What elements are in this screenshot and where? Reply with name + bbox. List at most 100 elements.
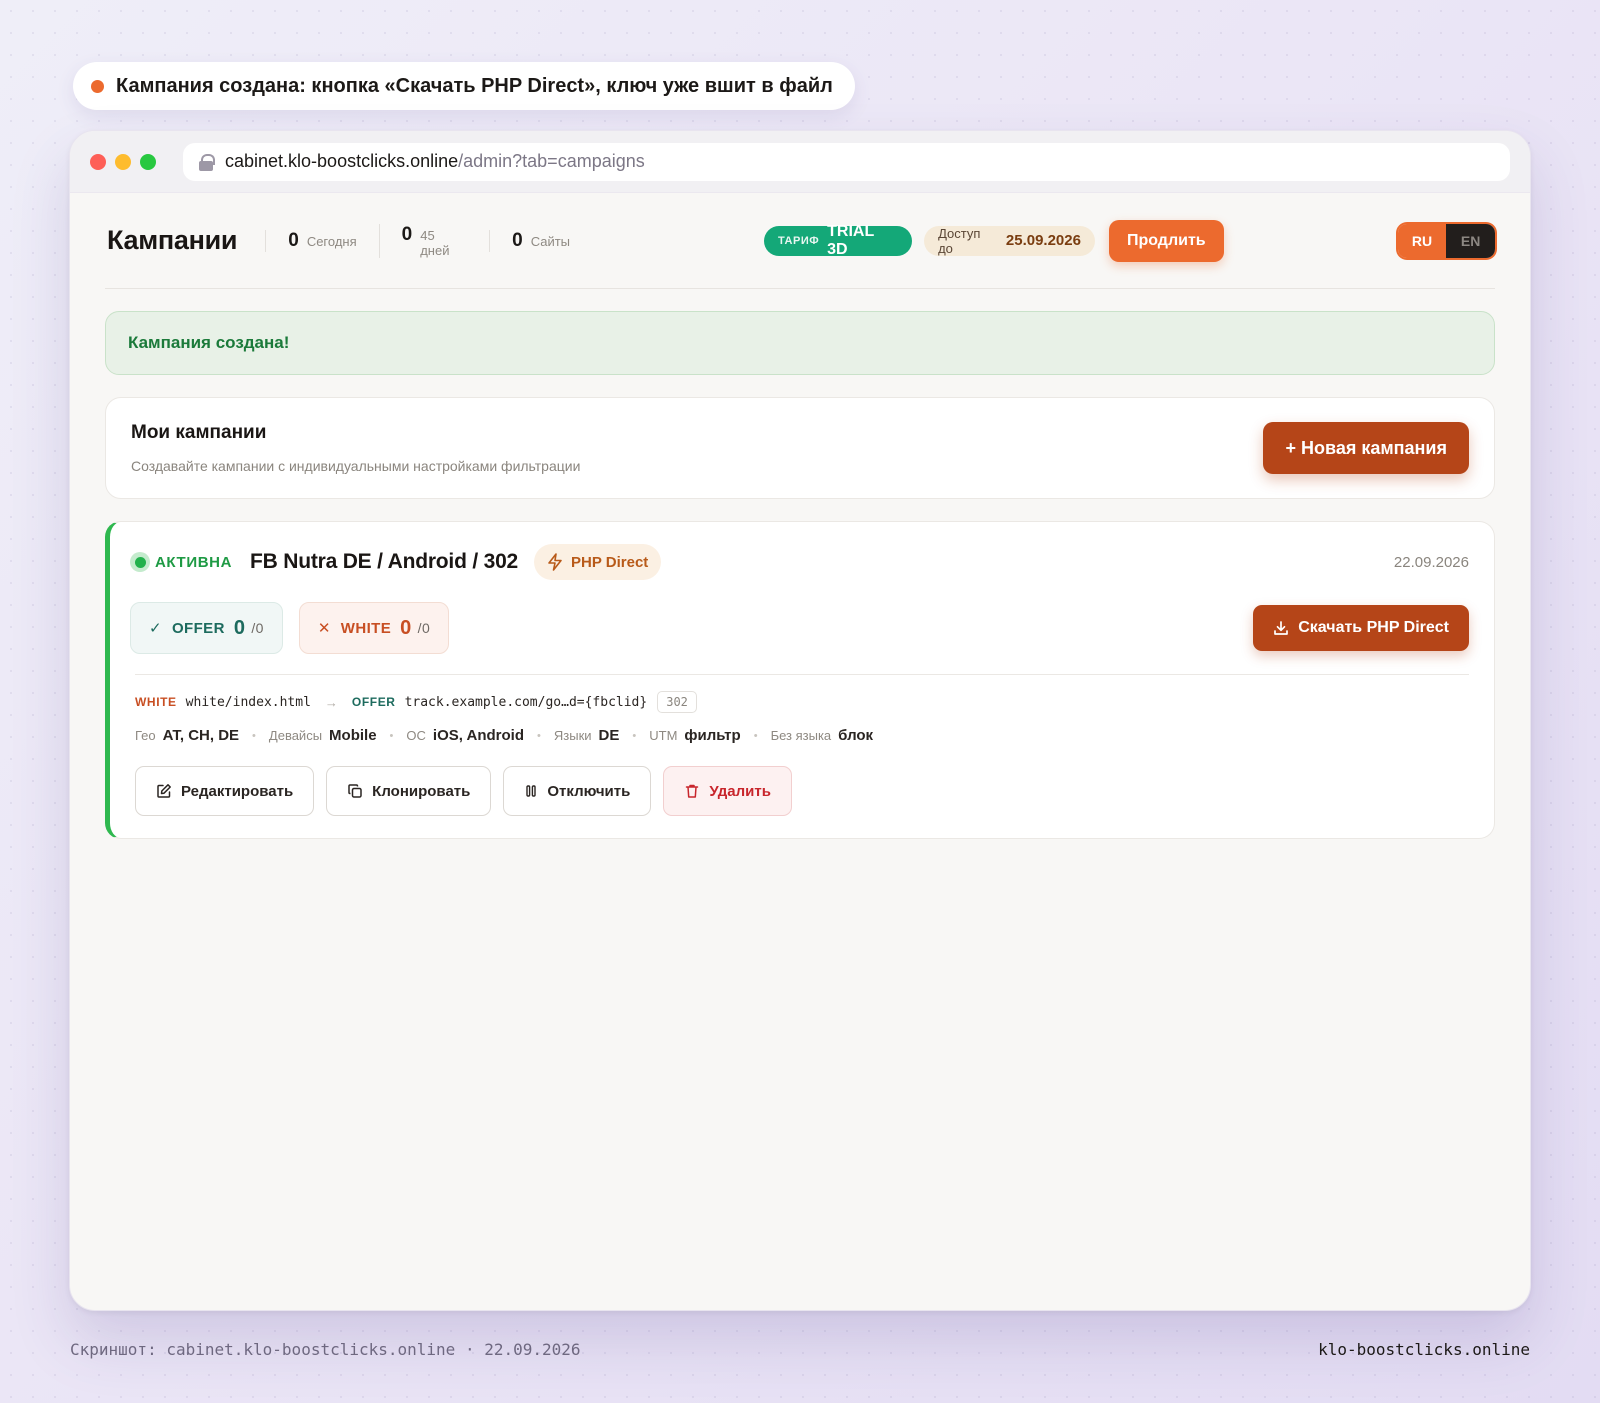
lightning-icon — [548, 553, 562, 571]
lang-ru-button[interactable]: RU — [1397, 223, 1447, 258]
language-switch: RU EN — [1397, 223, 1495, 258]
tariff-badge: ТАРИФ TRIAL 3D — [764, 222, 913, 258]
check-icon: ✓ — [149, 620, 162, 637]
page-header: Кампании 0 Сегодня 0 45 дней 0 Сайты ТАР… — [105, 193, 1495, 289]
campaigns-section-card: Мои кампании Создавайте кампании с индив… — [105, 397, 1495, 499]
route-white-path: white/index.html — [185, 694, 311, 710]
download-php-button[interactable]: Скачать PHP Direct — [1253, 605, 1469, 651]
meta-value-os: iOS, Android — [432, 727, 525, 744]
access-label: Доступ до — [938, 225, 981, 256]
meta-separator: • — [252, 729, 256, 742]
maximize-window-icon[interactable] — [140, 153, 156, 170]
section-subtitle: Создавайте кампании с индивидуальными на… — [131, 458, 581, 474]
offer-counter: ✓ OFFER 0 /0 — [130, 602, 283, 654]
footer-right-text: klo-boostclicks.online — [1318, 1340, 1530, 1359]
pause-icon — [526, 785, 537, 797]
arrow-right-icon: → — [324, 694, 338, 710]
meta-value-languages: DE — [598, 727, 620, 744]
redirect-code-badge: 302 — [657, 691, 697, 713]
stat-label: Сегодня — [306, 233, 357, 249]
routing-line: WHITE white/index.html → OFFER track.exa… — [135, 691, 1469, 713]
meta-label-devices: Девайсы — [268, 728, 323, 743]
campaign-type-badge: PHP Direct — [534, 544, 662, 580]
browser-titlebar: cabinet.klo-boostclicks.online/admin?tab… — [70, 131, 1530, 193]
meta-separator: • — [389, 729, 394, 742]
campaign-type-text: PHP Direct — [571, 553, 649, 571]
meta-separator: • — [753, 729, 758, 742]
meta-label-geo: Гео — [135, 728, 156, 743]
browser-window: cabinet.klo-boostclicks.online/admin?tab… — [69, 130, 1531, 1311]
card-divider — [135, 674, 1469, 675]
campaign-card: АКТИВНА FB Nutra DE / Android / 302 PHP … — [105, 521, 1495, 839]
stat-label: 45 дней — [420, 227, 450, 258]
offer-label: OFFER — [171, 619, 225, 637]
status-dot-icon — [130, 552, 150, 572]
tariff-value: TRIAL 3D — [827, 222, 874, 258]
status-text: АКТИВНА — [155, 553, 233, 571]
stat-value: 0 — [401, 223, 413, 245]
offer-total: /0 — [251, 620, 264, 636]
renew-button[interactable]: Продлить — [1108, 219, 1224, 262]
new-campaign-button[interactable]: + Новая кампания — [1263, 422, 1469, 474]
meta-value-no-language: блок — [838, 727, 874, 744]
url-host: cabinet.klo-boostclicks.online — [225, 151, 459, 171]
meta-label-no-language: Без языка — [770, 728, 832, 743]
meta-label-os: ОС — [406, 728, 426, 743]
minimize-window-icon[interactable] — [115, 153, 131, 170]
edit-button[interactable]: Редактировать — [135, 766, 315, 816]
page-content: Кампании 0 Сегодня 0 45 дней 0 Сайты ТАР… — [105, 193, 1495, 839]
white-counter: ✕ WHITE 0 /0 — [298, 602, 450, 654]
disable-label: Отключить — [547, 782, 631, 800]
meta-label-utm: UTM — [649, 728, 678, 743]
white-total: /0 — [417, 620, 431, 636]
stat-label: Сайты — [530, 233, 571, 249]
tariff-label: ТАРИФ — [778, 234, 820, 247]
footer-left-text: Скриншот: cabinet.klo-boostclicks.online… — [70, 1340, 581, 1359]
page-title: Кампании — [107, 225, 238, 255]
meta-separator: • — [632, 729, 637, 742]
cross-icon: ✕ — [317, 620, 331, 637]
stat-value: 0 — [512, 229, 523, 251]
route-offer-url: track.example.com/go…d={fbclid} — [404, 694, 648, 710]
stat-45-days: 0 45 дней — [378, 223, 489, 258]
meta-value-devices: Mobile — [329, 727, 377, 744]
route-white-label: WHITE — [135, 695, 177, 709]
meta-label-languages: Языки — [553, 728, 592, 743]
meta-value-utm: фильтр — [684, 727, 741, 744]
offer-count: 0 — [233, 616, 246, 639]
delete-label: Удалить — [709, 782, 771, 800]
white-count: 0 — [400, 616, 412, 639]
edit-label: Редактировать — [181, 782, 294, 800]
stat-value: 0 — [288, 229, 299, 251]
success-alert: Кампания создана! — [105, 311, 1495, 375]
campaign-actions: Редактировать Клонировать Отключить Удал… — [135, 766, 1469, 816]
close-window-icon[interactable] — [90, 153, 106, 170]
url-path: /admin?tab=campaigns — [458, 151, 645, 171]
clone-button[interactable]: Клонировать — [326, 766, 492, 816]
caption-dot-icon — [91, 79, 104, 93]
status-badge: АКТИВНА — [130, 552, 232, 572]
caption-text: Кампания создана: кнопка «Скачать PHP Di… — [116, 74, 833, 97]
clone-label: Клонировать — [372, 782, 471, 800]
route-offer-label: OFFER — [351, 695, 396, 709]
lang-en-button[interactable]: EN — [1446, 223, 1495, 258]
lock-icon — [199, 153, 215, 171]
edit-icon — [157, 784, 171, 798]
delete-button[interactable]: Удалить — [663, 766, 792, 816]
disable-button[interactable]: Отключить — [503, 766, 652, 816]
targeting-meta: Гео AT, CH, DE • Девайсы Mobile • ОС iOS… — [135, 727, 1469, 744]
trash-icon — [686, 784, 699, 798]
download-button-label: Скачать PHP Direct — [1298, 619, 1449, 636]
caption-pill: Кампания создана: кнопка «Скачать PHP Di… — [73, 62, 855, 110]
stat-sites: 0 Сайты — [489, 229, 592, 252]
stat-today: 0 Сегодня — [265, 229, 378, 252]
meta-value-geo: AT, CH, DE — [162, 727, 240, 744]
campaign-date: 22.09.2026 — [1393, 553, 1469, 571]
access-date: 25.09.2026 — [1005, 232, 1081, 249]
download-icon — [1274, 621, 1289, 635]
address-bar[interactable]: cabinet.klo-boostclicks.online/admin?tab… — [183, 142, 1510, 181]
access-badge: Доступ до 25.09.2026 — [924, 225, 1095, 256]
white-label: WHITE — [340, 619, 392, 637]
meta-separator: • — [537, 729, 541, 742]
screenshot-footer: Скриншот: cabinet.klo-boostclicks.online… — [70, 1340, 1530, 1359]
